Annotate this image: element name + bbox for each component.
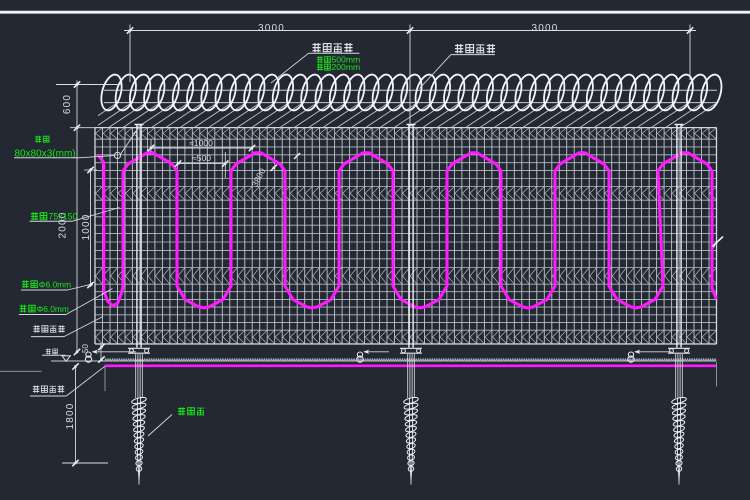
svg-text:75x150: 75x150 [49, 212, 78, 222]
svg-text:≈500: ≈500 [192, 153, 211, 163]
svg-text:≈1000: ≈1000 [189, 138, 213, 148]
svg-text:Φ6.0mm: Φ6.0mm [37, 304, 69, 314]
svg-text:3000: 3000 [531, 23, 558, 34]
svg-text:200mm: 200mm [332, 62, 361, 72]
svg-text:1800: 1800 [65, 402, 76, 429]
svg-text:Φ6.0mm: Φ6.0mm [39, 280, 71, 290]
svg-text:50: 50 [81, 344, 90, 353]
svg-text:600: 600 [62, 94, 73, 114]
svg-text:3000: 3000 [258, 23, 285, 34]
